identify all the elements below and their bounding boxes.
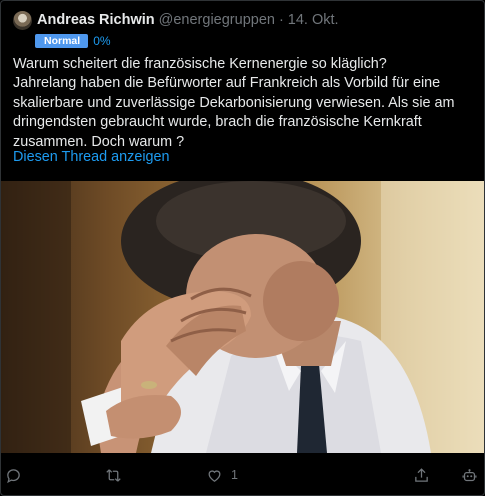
author-handle[interactable]: @energiegruppen <box>159 12 275 28</box>
tweet-text-line: skalierbare und zuverlässige Dekarbonisi… <box>13 94 455 111</box>
photo-illustration <box>1 181 484 453</box>
tweet-text-line: Warum scheitert die französische Kernene… <box>13 56 387 72</box>
like-button[interactable]: 1 <box>206 463 238 487</box>
like-count: 1 <box>231 468 238 482</box>
share-icon <box>415 467 428 482</box>
tweet-header: Andreas Richwin @energiegruppen · 14. Ok… <box>13 10 474 30</box>
separator: · <box>278 12 284 28</box>
tweet-actions: 1 <box>1 463 484 489</box>
show-thread-link[interactable]: Diesen Thread anzeigen <box>13 149 170 165</box>
tweet-card: Andreas Richwin @energiegruppen · 14. Ok… <box>0 0 485 496</box>
tweet-photo[interactable] <box>1 181 484 453</box>
tweet-text-line: Jahrelang haben die Befürworter auf Fran… <box>13 75 441 92</box>
tweet-text: Warum scheitert die französische Kernene… <box>13 55 475 152</box>
sentiment-row: Normal 0% <box>35 34 111 48</box>
status-badge: Normal <box>35 34 89 48</box>
share-button[interactable] <box>413 463 430 487</box>
retweet-button[interactable] <box>105 463 130 487</box>
author-name[interactable]: Andreas Richwin <box>37 12 155 28</box>
avatar[interactable] <box>13 10 32 30</box>
tweet-text-line: dringendsten gebraucht wurde, brach die … <box>13 114 422 131</box>
heart-icon <box>208 469 221 482</box>
bot-icon <box>462 468 477 481</box>
reply-icon <box>7 468 20 483</box>
tweet-date[interactable]: 14. Okt. <box>288 12 339 28</box>
bot-button[interactable] <box>461 463 478 487</box>
reply-button[interactable] <box>5 463 30 487</box>
retweet-icon <box>106 468 121 482</box>
status-percentage: 0% <box>93 34 111 48</box>
